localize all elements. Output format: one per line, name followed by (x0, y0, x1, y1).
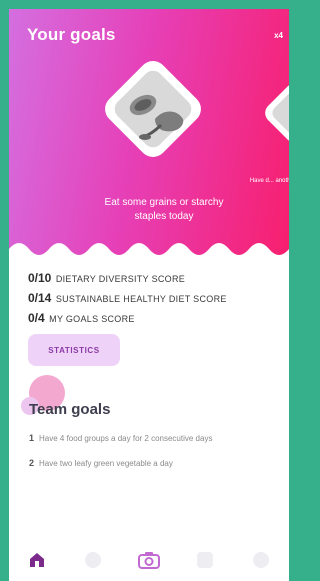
list-item[interactable]: 2 Have two leafy green vegetable a day (29, 458, 269, 469)
goal-illustration-icon (269, 87, 289, 139)
team-goal-text: Have 4 food groups a day for 2 consecuti… (39, 434, 213, 443)
nav-community[interactable] (78, 545, 108, 575)
community-icon (85, 552, 101, 568)
page-title: Your goals (27, 25, 116, 44)
score-sustainable-diet: 0/14 SUSTAINABLE HEALTHY DIET SCORE (28, 288, 227, 308)
score-label: MY GOALS SCORE (49, 314, 135, 324)
goals-counter: x4 (274, 31, 283, 40)
nav-home[interactable] (22, 545, 52, 575)
list-item[interactable]: 1 Have 4 food groups a day for 2 consecu… (29, 433, 269, 444)
score-my-goals: 0/4 MY GOALS SCORE (28, 308, 227, 328)
profile-icon (253, 552, 269, 568)
score-label: SUSTAINABLE HEALTHY DIET SCORE (55, 294, 227, 304)
score-label: DIETARY DIVERSITY SCORE (55, 274, 186, 284)
score-value: 0/10 (28, 271, 52, 285)
goal-card-next-caption: Have d... another f... (249, 178, 289, 184)
team-goal-number: 1 (29, 433, 35, 443)
nav-profile[interactable] (246, 545, 276, 575)
statistics-button[interactable]: STATISTICS (28, 334, 120, 366)
team-goal-text: Have two leafy green vegetable a day (39, 459, 173, 468)
goals-screen: Your goals x4 Eat some grains or starchy… (9, 9, 289, 581)
team-goal-number: 2 (29, 458, 35, 468)
camera-icon (138, 552, 160, 569)
goal-card-next[interactable] (261, 79, 289, 147)
team-goals-list: 1 Have 4 food groups a day for 2 consecu… (29, 433, 269, 483)
score-value: 0/14 (28, 291, 52, 305)
score-list: 0/10 DIETARY DIVERSITY SCORE 0/14 SUSTAI… (28, 268, 227, 328)
team-goals-title: Team goals (29, 401, 111, 418)
nav-camera[interactable] (134, 545, 164, 575)
score-dietary-diversity: 0/10 DIETARY DIVERSITY SCORE (28, 268, 227, 288)
grains-illustration-icon (129, 94, 184, 140)
goal-card-caption: Eat some grains or starchy staples today (104, 197, 224, 222)
home-icon (30, 553, 44, 567)
goals-header: Your goals x4 Eat some grains or starchy… (9, 9, 289, 265)
bottom-nav (9, 539, 289, 581)
score-value: 0/4 (28, 311, 45, 325)
nav-diary[interactable] (190, 545, 220, 575)
wave-divider (9, 243, 289, 265)
diary-icon (197, 552, 213, 568)
